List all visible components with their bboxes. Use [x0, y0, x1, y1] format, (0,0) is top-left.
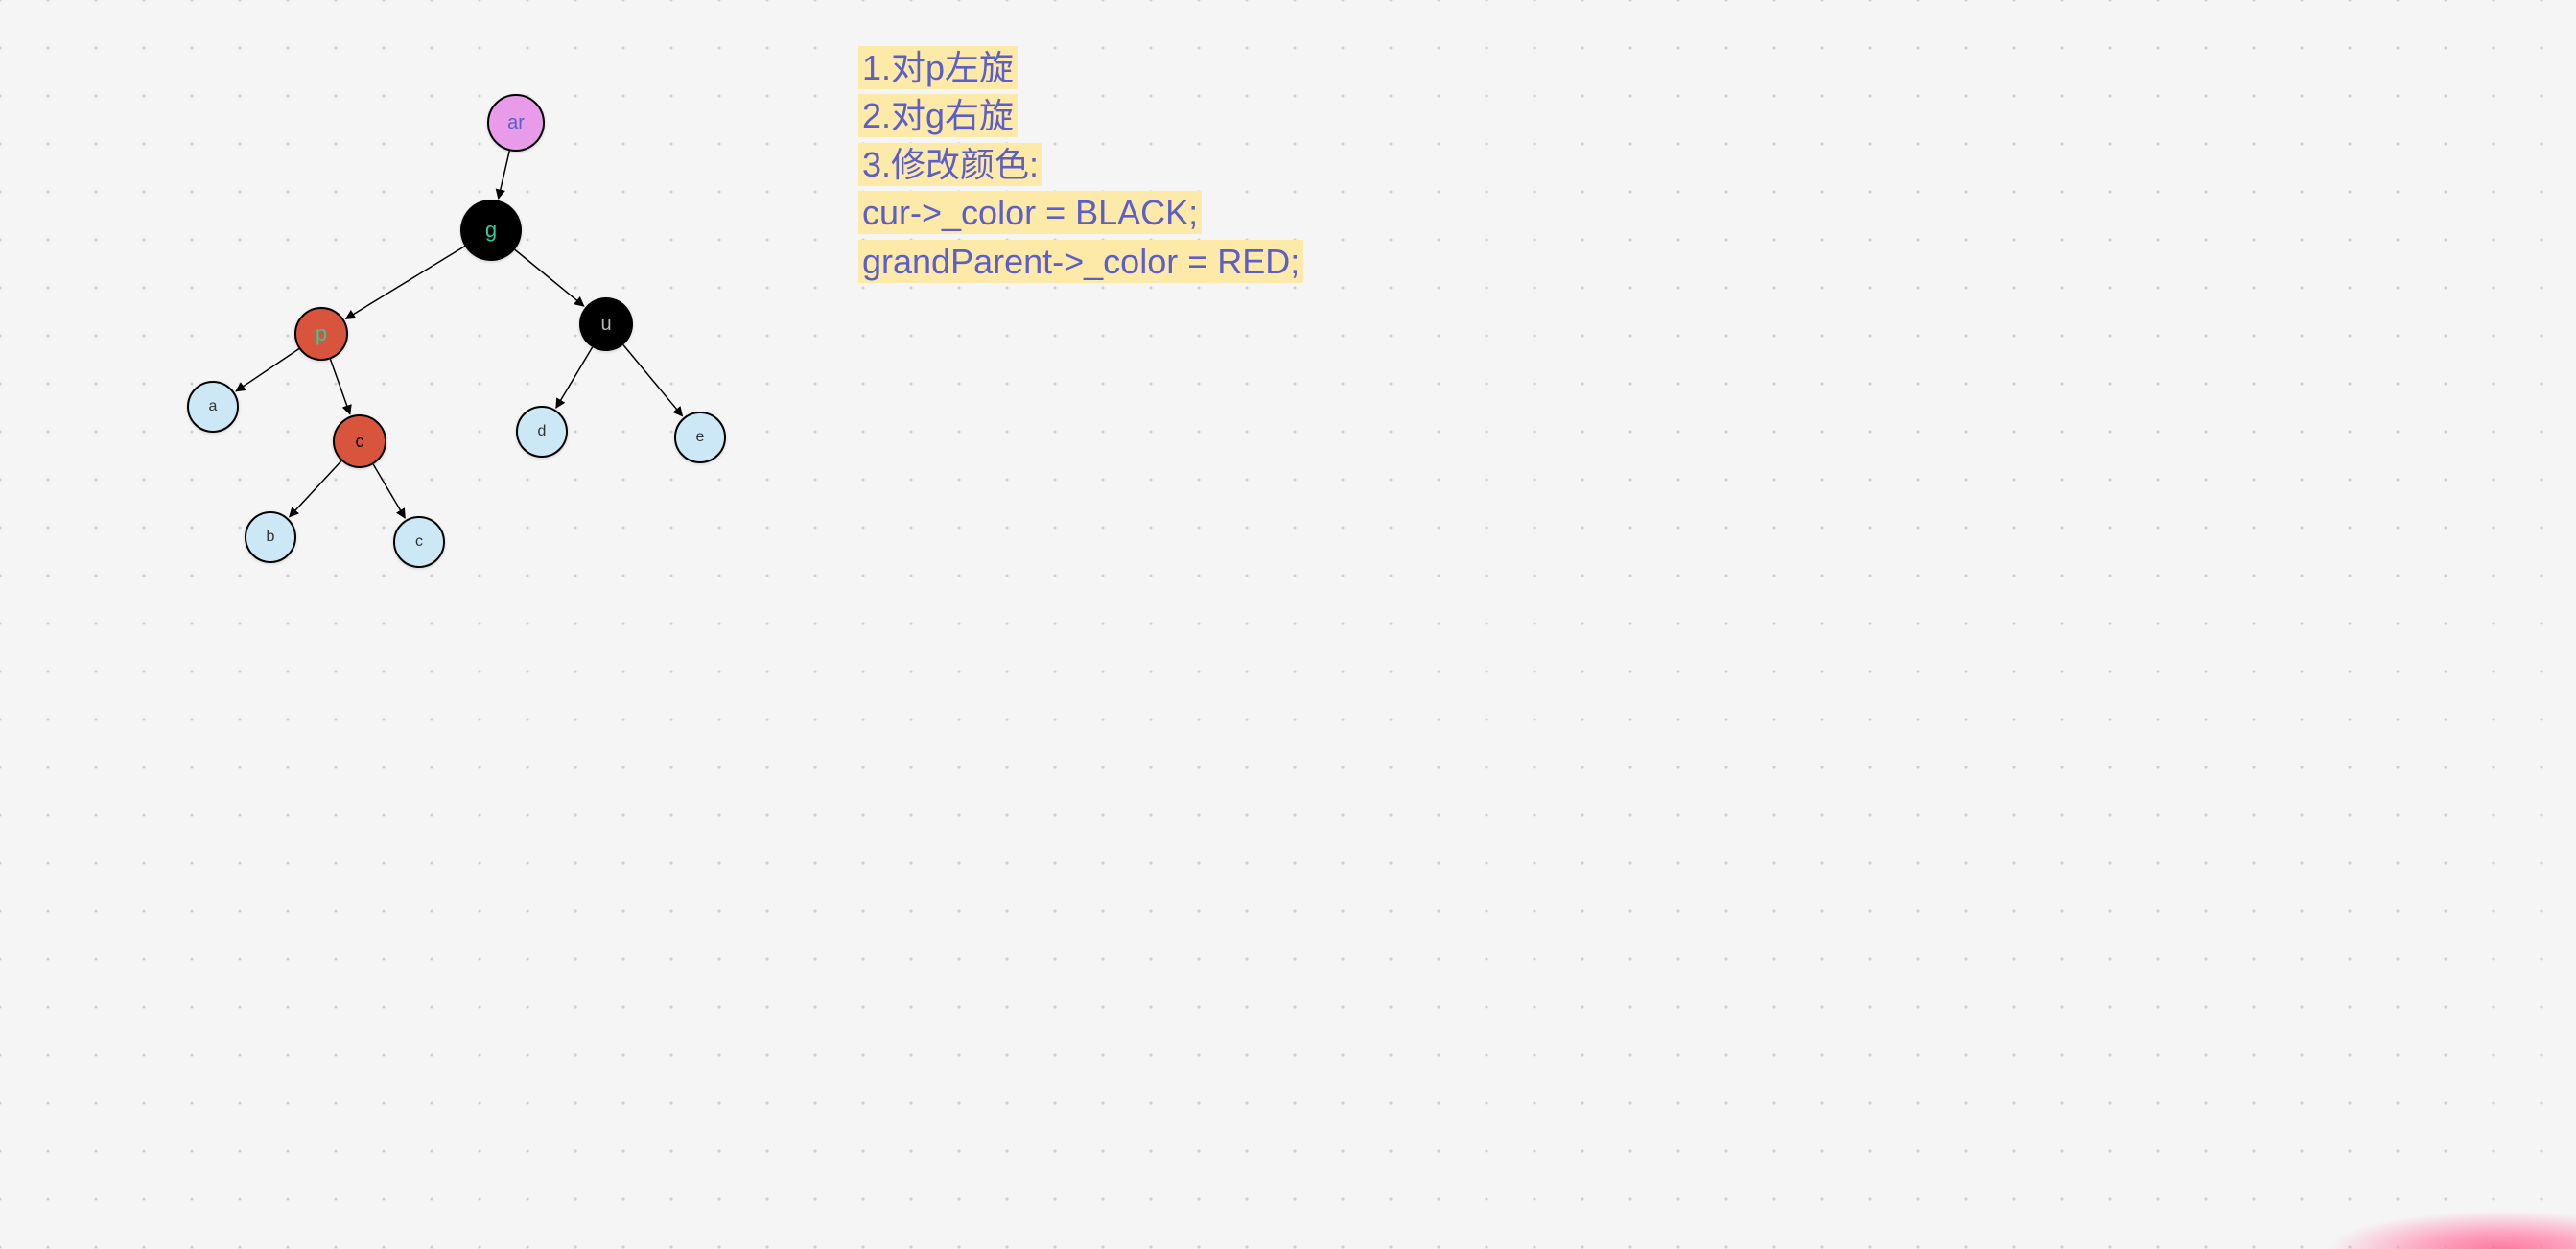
annotation-line-3: 3.修改颜色:: [858, 143, 1042, 186]
annotation-text[interactable]: 1.对p左旋 2.对g右旋 3.修改颜色: cur->_color = BLAC…: [858, 44, 1303, 286]
node-label-e: e: [696, 429, 705, 446]
node-label-c-parent: c: [356, 432, 364, 452]
node-label-p: p: [316, 321, 327, 346]
node-ar[interactable]: ar: [487, 94, 545, 152]
annotation-line-1: 1.对p左旋: [858, 46, 1018, 89]
node-b[interactable]: b: [245, 511, 296, 563]
node-label-ar: ar: [507, 112, 525, 134]
node-u[interactable]: u: [579, 297, 633, 351]
node-e[interactable]: e: [674, 412, 726, 463]
node-p[interactable]: p: [294, 307, 348, 361]
node-c-leaf[interactable]: c: [393, 516, 445, 568]
node-label-d: d: [538, 423, 547, 440]
node-label-g: g: [485, 218, 497, 243]
annotation-line-5: grandParent->_color = RED;: [858, 240, 1303, 283]
node-label-u: u: [600, 314, 611, 336]
node-label-b: b: [267, 529, 275, 546]
node-a[interactable]: a: [187, 381, 239, 433]
corner-decoration: [2327, 1211, 2576, 1249]
annotation-line-4: cur->_color = BLACK;: [858, 191, 1202, 234]
diagram-canvas[interactable]: ar g p u a c d e b c 1.对p左旋 2.对g右旋 3.修改颜…: [0, 0, 2576, 1249]
node-d[interactable]: d: [516, 406, 568, 458]
node-label-a: a: [209, 398, 218, 415]
node-c-parent[interactable]: c: [333, 414, 386, 468]
node-g[interactable]: g: [460, 200, 522, 261]
annotation-line-2: 2.对g右旋: [858, 94, 1018, 137]
node-label-c-leaf: c: [415, 533, 423, 551]
